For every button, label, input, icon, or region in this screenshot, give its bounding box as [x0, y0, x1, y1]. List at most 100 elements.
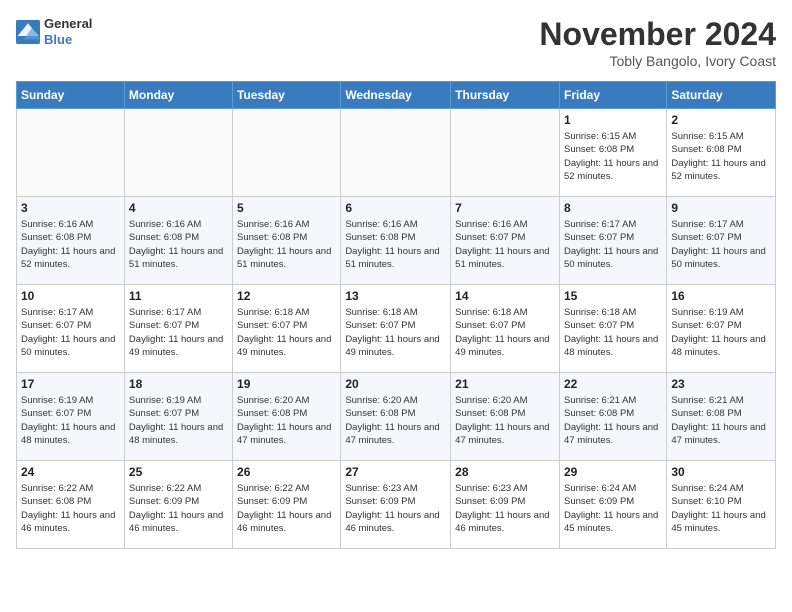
day-info: Sunrise: 6:17 AMSunset: 6:07 PMDaylight:… [129, 306, 228, 359]
day-info: Sunrise: 6:16 AMSunset: 6:07 PMDaylight:… [455, 218, 555, 271]
calendar-cell: 7 Sunrise: 6:16 AMSunset: 6:07 PMDaylight… [451, 197, 560, 285]
calendar-cell: 17Sunrise: 6:19 AMSunset: 6:07 PMDayligh… [17, 373, 125, 461]
day-info: Sunrise: 6:22 AMSunset: 6:09 PMDaylight:… [129, 482, 228, 535]
day-info: Sunrise: 6:17 AMSunset: 6:07 PMDaylight:… [21, 306, 120, 359]
weekday-header: Tuesday [233, 82, 341, 109]
day-info: Sunrise: 6:19 AMSunset: 6:07 PMDaylight:… [129, 394, 228, 447]
day-number: 4 [129, 201, 228, 215]
day-info: Sunrise: 6:21 AMSunset: 6:08 PMDaylight:… [671, 394, 771, 447]
calendar-week-row: 24 Sunrise: 6:22 AMSunset: 6:08 PMDayligh… [17, 461, 776, 549]
calendar-cell: 14 Sunrise: 6:18 AMSunset: 6:07 PMDayligh… [451, 285, 560, 373]
day-number: 7 [455, 201, 555, 215]
day-info: Sunrise: 6:17 AMSunset: 6:07 PMDaylight:… [564, 218, 662, 271]
calendar-cell [451, 109, 560, 197]
logo-text: General Blue [44, 16, 92, 47]
day-info: Sunrise: 6:16 AMSunset: 6:08 PMDaylight:… [237, 218, 336, 271]
day-info: Sunrise: 6:20 AMSunset: 6:08 PMDaylight:… [345, 394, 446, 447]
day-number: 18 [129, 377, 228, 391]
calendar-cell: 1 Sunrise: 6:15 AMSunset: 6:08 PMDaylight… [559, 109, 666, 197]
month-title: November 2024 [539, 16, 776, 53]
location: Tobly Bangolo, Ivory Coast [539, 53, 776, 69]
calendar-body: 1 Sunrise: 6:15 AMSunset: 6:08 PMDaylight… [17, 109, 776, 549]
day-number: 16 [671, 289, 771, 303]
day-info: Sunrise: 6:15 AMSunset: 6:08 PMDaylight:… [564, 130, 662, 183]
day-number: 20 [345, 377, 446, 391]
day-number: 14 [455, 289, 555, 303]
day-info: Sunrise: 6:18 AMSunset: 6:07 PMDaylight:… [455, 306, 555, 359]
calendar-cell: 11 Sunrise: 6:17 AMSunset: 6:07 PMDayligh… [124, 285, 232, 373]
day-info: Sunrise: 6:19 AMSunset: 6:07 PMDaylight:… [671, 306, 771, 359]
calendar-cell: 8 Sunrise: 6:17 AMSunset: 6:07 PMDaylight… [559, 197, 666, 285]
day-info: Sunrise: 6:20 AMSunset: 6:08 PMDaylight:… [237, 394, 336, 447]
calendar-cell [233, 109, 341, 197]
calendar-cell [17, 109, 125, 197]
day-number: 29 [564, 465, 662, 479]
calendar-cell: 5Sunrise: 6:16 AMSunset: 6:08 PMDaylight… [233, 197, 341, 285]
day-info: Sunrise: 6:15 AMSunset: 6:08 PMDaylight:… [671, 130, 771, 183]
day-number: 8 [564, 201, 662, 215]
day-info: Sunrise: 6:21 AMSunset: 6:08 PMDaylight:… [564, 394, 662, 447]
day-info: Sunrise: 6:20 AMSunset: 6:08 PMDaylight:… [455, 394, 555, 447]
day-number: 28 [455, 465, 555, 479]
calendar-cell: 29 Sunrise: 6:24 AMSunset: 6:09 PMDayligh… [559, 461, 666, 549]
calendar-cell: 20 Sunrise: 6:20 AMSunset: 6:08 PMDayligh… [341, 373, 451, 461]
day-number: 23 [671, 377, 771, 391]
day-number: 22 [564, 377, 662, 391]
calendar-cell: 3 Sunrise: 6:16 AMSunset: 6:08 PMDaylight… [17, 197, 125, 285]
calendar-cell: 18 Sunrise: 6:19 AMSunset: 6:07 PMDayligh… [124, 373, 232, 461]
day-number: 6 [345, 201, 446, 215]
day-number: 27 [345, 465, 446, 479]
calendar-cell: 10 Sunrise: 6:17 AMSunset: 6:07 PMDayligh… [17, 285, 125, 373]
calendar-cell: 16 Sunrise: 6:19 AMSunset: 6:07 PMDayligh… [667, 285, 776, 373]
weekday-header-row: SundayMondayTuesdayWednesdayThursdayFrid… [17, 82, 776, 109]
day-number: 11 [129, 289, 228, 303]
day-info: Sunrise: 6:17 AMSunset: 6:07 PMDaylight:… [671, 218, 771, 271]
day-info: Sunrise: 6:18 AMSunset: 6:07 PMDaylight:… [237, 306, 336, 359]
calendar-cell: 30Sunrise: 6:24 AMSunset: 6:10 PMDayligh… [667, 461, 776, 549]
calendar-week-row: 1 Sunrise: 6:15 AMSunset: 6:08 PMDaylight… [17, 109, 776, 197]
calendar-cell [341, 109, 451, 197]
calendar-week-row: 10 Sunrise: 6:17 AMSunset: 6:07 PMDayligh… [17, 285, 776, 373]
calendar-cell: 13Sunrise: 6:18 AMSunset: 6:07 PMDayligh… [341, 285, 451, 373]
day-number: 12 [237, 289, 336, 303]
calendar-cell [124, 109, 232, 197]
weekday-header: Friday [559, 82, 666, 109]
day-info: Sunrise: 6:24 AMSunset: 6:10 PMDaylight:… [671, 482, 771, 535]
calendar-cell: 4Sunrise: 6:16 AMSunset: 6:08 PMDaylight… [124, 197, 232, 285]
calendar-cell: 9 Sunrise: 6:17 AMSunset: 6:07 PMDaylight… [667, 197, 776, 285]
day-number: 24 [21, 465, 120, 479]
day-number: 1 [564, 113, 662, 127]
calendar-cell: 23 Sunrise: 6:21 AMSunset: 6:08 PMDayligh… [667, 373, 776, 461]
calendar-cell: 25Sunrise: 6:22 AMSunset: 6:09 PMDayligh… [124, 461, 232, 549]
calendar-cell: 12 Sunrise: 6:18 AMSunset: 6:07 PMDayligh… [233, 285, 341, 373]
weekday-header: Monday [124, 82, 232, 109]
day-info: Sunrise: 6:22 AMSunset: 6:08 PMDaylight:… [21, 482, 120, 535]
calendar-cell: 26Sunrise: 6:22 AMSunset: 6:09 PMDayligh… [233, 461, 341, 549]
day-info: Sunrise: 6:18 AMSunset: 6:07 PMDaylight:… [564, 306, 662, 359]
weekday-header: Sunday [17, 82, 125, 109]
day-info: Sunrise: 6:24 AMSunset: 6:09 PMDaylight:… [564, 482, 662, 535]
day-number: 10 [21, 289, 120, 303]
calendar-cell: 28Sunrise: 6:23 AMSunset: 6:09 PMDayligh… [451, 461, 560, 549]
weekday-header: Wednesday [341, 82, 451, 109]
calendar-cell: 21 Sunrise: 6:20 AMSunset: 6:08 PMDayligh… [451, 373, 560, 461]
day-info: Sunrise: 6:16 AMSunset: 6:08 PMDaylight:… [21, 218, 120, 271]
calendar-cell: 19Sunrise: 6:20 AMSunset: 6:08 PMDayligh… [233, 373, 341, 461]
logo-line1: General [44, 16, 92, 32]
day-number: 15 [564, 289, 662, 303]
calendar-week-row: 3 Sunrise: 6:16 AMSunset: 6:08 PMDaylight… [17, 197, 776, 285]
day-number: 17 [21, 377, 120, 391]
weekday-header: Thursday [451, 82, 560, 109]
day-number: 3 [21, 201, 120, 215]
calendar-week-row: 17 Sunrise: 6:19 AMSunset: 6:07 PMDayligh… [17, 373, 776, 461]
day-info: Sunrise: 6:22 AMSunset: 6:09 PMDaylight:… [237, 482, 336, 535]
calendar-cell: 6Sunrise: 6:16 AMSunset: 6:08 PMDaylight… [341, 197, 451, 285]
calendar-cell: 15 Sunrise: 6:18 AMSunset: 6:07 PMDayligh… [559, 285, 666, 373]
calendar-cell: 2Sunrise: 6:15 AMSunset: 6:08 PMDaylight… [667, 109, 776, 197]
day-info: Sunrise: 6:23 AMSunset: 6:09 PMDaylight:… [345, 482, 446, 535]
day-number: 9 [671, 201, 771, 215]
day-number: 13 [345, 289, 446, 303]
day-number: 21 [455, 377, 555, 391]
calendar-table: SundayMondayTuesdayWednesdayThursdayFrid… [16, 81, 776, 549]
page-header: General Blue November 2024 Tobly Bangolo… [16, 16, 776, 69]
